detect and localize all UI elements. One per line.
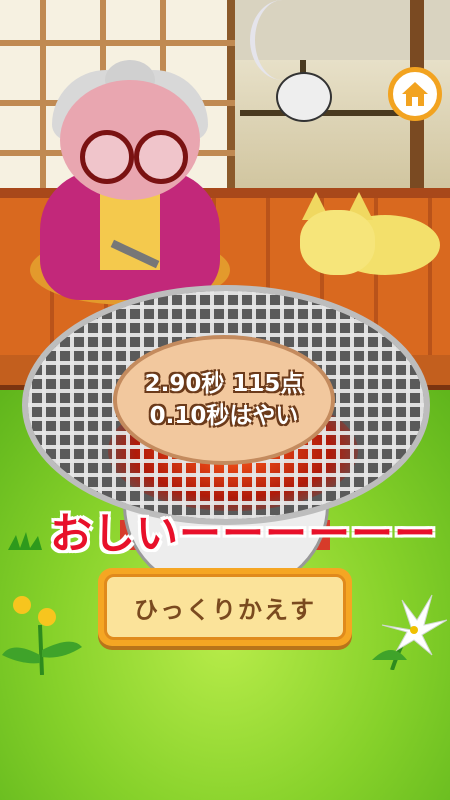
- senbei-cracker: 2.90秒 115点 0.10秒はやい: [113, 335, 335, 465]
- result-message: おしいーーーーーー: [50, 509, 438, 558]
- sleeping-cat: [290, 190, 440, 285]
- flip-button-label: ひっくりかえす: [104, 574, 346, 640]
- timing-diff-text: 0.10秒はやい: [149, 403, 299, 429]
- yellow-flower-icon: [2, 596, 82, 675]
- home-button[interactable]: [388, 67, 442, 121]
- mosquito-coil-pig-icon: [276, 72, 332, 122]
- grandma-character: [30, 60, 230, 305]
- home-icon: [402, 82, 428, 106]
- incense-smoke: [250, 0, 315, 80]
- game-scene: 2.90秒 115点 0.10秒はやい おしいーーーーーー ひっくりかえす: [0, 0, 450, 800]
- lily-flower-icon: [372, 594, 447, 670]
- grass-tuft-icon: [8, 532, 42, 550]
- score-time-text: 2.90秒 115点: [144, 371, 304, 397]
- flip-button[interactable]: ひっくりかえす: [98, 568, 352, 646]
